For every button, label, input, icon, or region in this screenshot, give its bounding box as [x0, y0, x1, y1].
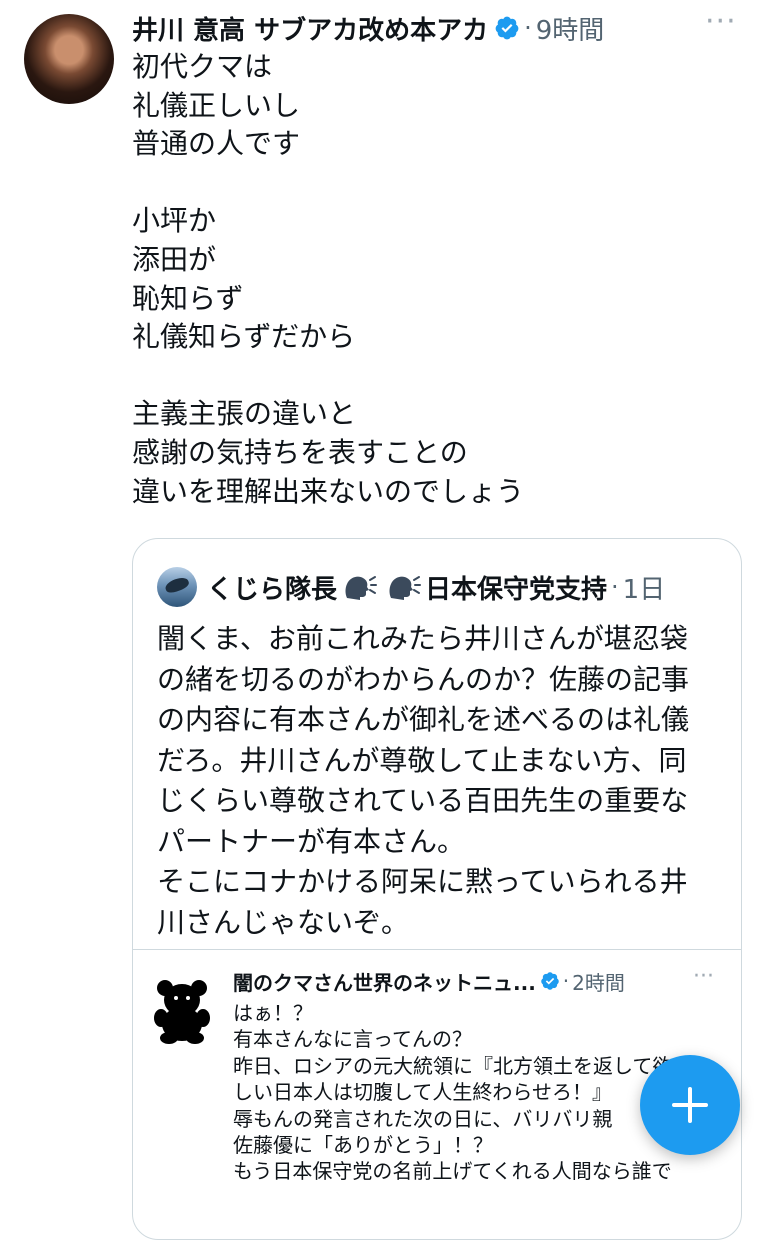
text-line: 礼儀正しいし: [132, 88, 301, 122]
text-line: しい日本人は切腹して人生終わらせろ！』: [233, 1080, 612, 1105]
inner-quote-text: はぁ！？ 有本さんなに言ってんの？ 昨日、ロシアの元大統領に『北方領土を返して欲…: [233, 1000, 672, 1185]
separator-dot: ·: [524, 14, 532, 42]
quote-author-suffix: 日本保守党支持: [425, 574, 608, 605]
text-line: 川さんじゃないぞ。: [157, 905, 410, 939]
plus-icon: [672, 1087, 708, 1123]
author-avatar[interactable]: [24, 14, 114, 104]
text-line: はぁ！？: [233, 1001, 313, 1025]
compose-button[interactable]: [640, 1055, 740, 1155]
text-line: 恥知らず: [132, 281, 244, 315]
author-name[interactable]: 井川 意高 サブアカ改め本アカ: [132, 10, 488, 47]
inner-time[interactable]: 2時間: [572, 967, 625, 996]
text-line: 佐藤優に「ありがとう」！？: [233, 1132, 493, 1157]
text-line: 昨日、ロシアの元大統領に『北方領土を返して欲: [233, 1053, 673, 1078]
inner-quote-header: 闇のクマさん世界のネットニュ... · 2時間: [233, 964, 625, 998]
text-line: パートナーが有本さん。: [157, 824, 466, 858]
separator-dot: ·: [562, 969, 570, 993]
verified-badge-icon: [495, 16, 519, 40]
text-line: じくらい尊敬されている百田先生の重要な: [157, 784, 689, 817]
text-line: もう日本保守党の名前上げてくれる人間なら誰で: [233, 1159, 672, 1184]
quote-author-avatar[interactable]: [157, 567, 197, 607]
separator-dot: ·: [611, 573, 619, 601]
bear-avatar-icon[interactable]: [151, 978, 213, 1044]
tweet-header: 井川 意高 サブアカ改め本アカ · 9時間: [132, 8, 742, 48]
more-options-icon[interactable]: ···: [693, 964, 714, 989]
quote-text: 闇くま、お前これみたら井川さんが堪忍袋 の緒を切るのがわからんのか？佐藤の記事 …: [157, 619, 727, 943]
text-line: そこにコナかける阿呆に黙っていられる井: [157, 865, 688, 898]
speaking-head-icon: [389, 576, 422, 600]
tweet-text: 初代クマは 礼儀正しいし 普通の人です 小坪か 添田が 恥知らず 礼儀知らずだか…: [132, 48, 524, 511]
text-line: 主義主張の違いと: [132, 397, 357, 431]
quote-time[interactable]: 1日: [623, 569, 666, 606]
text-line: の緒を切るのがわからんのか？佐藤の記事: [157, 662, 690, 696]
quote-header: くじら隊長 日本保守党支持 · 1日: [157, 567, 665, 607]
text-line: [132, 357, 524, 396]
text-line: 闇くま、お前これみたら井川さんが堪忍袋: [157, 622, 688, 655]
text-line: 有本さんなに言ってんの？: [233, 1027, 472, 1052]
text-line: だろ。井川さんが尊敬して止まない方、同: [157, 743, 687, 777]
text-line: 違いを理解出来ないのでしょう: [132, 474, 525, 508]
text-line: 初代クマは: [132, 50, 273, 83]
text-line: 辱もんの発言された次の日に、バリバリ親: [233, 1106, 613, 1131]
more-options-icon[interactable]: ···: [705, 4, 765, 39]
text-line: 礼儀知らずだから: [132, 320, 356, 354]
tweet-time[interactable]: 9時間: [536, 10, 605, 47]
text-line: 小坪か: [132, 204, 217, 238]
text-line: 普通の人です: [132, 127, 301, 161]
inner-author-name[interactable]: 闇のクマさん世界のネットニュ...: [233, 967, 536, 996]
text-line: 添田が: [132, 242, 217, 276]
text-line: の内容に有本さんが御礼を述べるのは礼儀: [157, 703, 690, 736]
text-line: [132, 164, 524, 203]
verified-badge-icon: [541, 972, 559, 990]
text-line: 感謝の気持ちを表すことの: [132, 435, 468, 469]
speaking-head-icon: [345, 576, 378, 600]
quote-author-name[interactable]: くじら隊長: [207, 569, 337, 606]
